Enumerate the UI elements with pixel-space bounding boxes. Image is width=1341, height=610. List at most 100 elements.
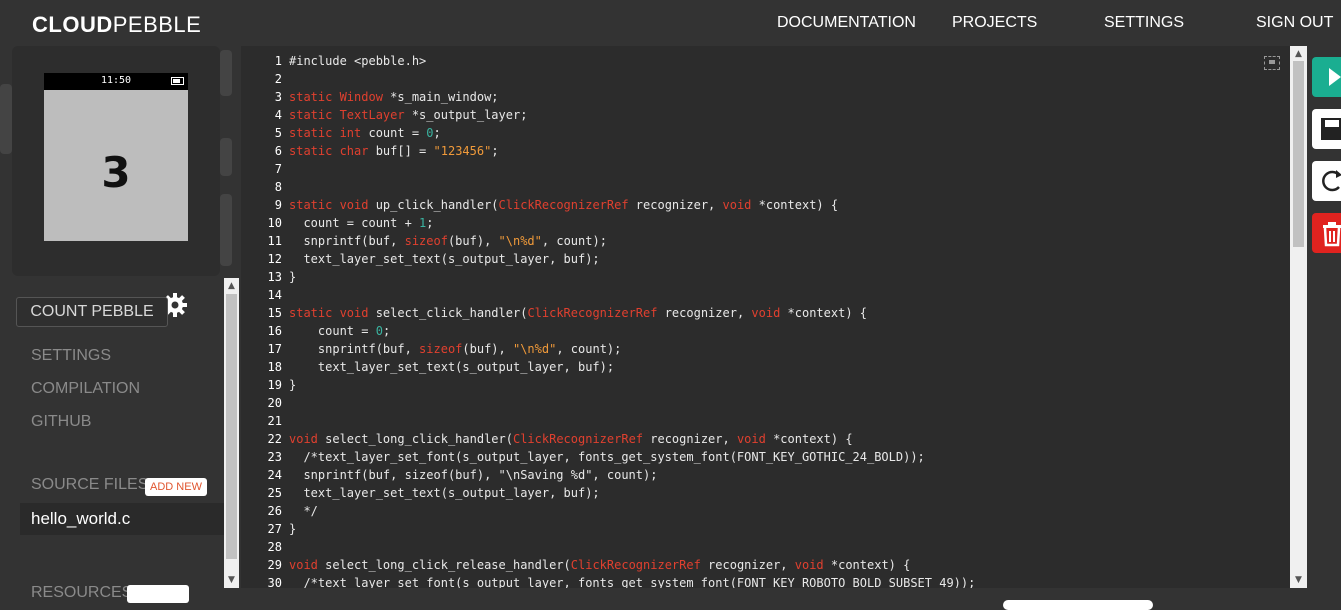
brand-bold: CLOUD <box>32 12 113 37</box>
line-number: 21 <box>267 414 282 428</box>
code-line[interactable]: 19} <box>241 376 975 394</box>
code-line[interactable]: 29 void select_long_click_release_handler… <box>241 556 975 574</box>
reload-button[interactable] <box>1312 161 1341 201</box>
code-token: , count); <box>541 234 607 248</box>
nav-settings[interactable]: SETTINGS <box>1104 14 1184 32</box>
code-token: (buf), <box>447 234 499 248</box>
code-token: text_layer_set_text(s_output_layer, buf)… <box>289 360 615 374</box>
sidebar-link-compilation[interactable]: COMPILATION <box>31 380 140 398</box>
code-line[interactable]: 9 static void up_click_handler(ClickRecog… <box>241 196 975 214</box>
line-number: 29 <box>267 558 282 572</box>
code-token: recognizer, <box>628 198 723 212</box>
code-line[interactable]: 23 /*text_layer_set_font(s_output_layer,… <box>241 448 975 466</box>
code-token: count = <box>361 126 427 140</box>
code-token: ClickRecognizerRef <box>527 306 658 320</box>
code-line[interactable]: 4 static TextLayer *s_output_layer; <box>241 106 975 124</box>
run-button[interactable] <box>1312 57 1341 97</box>
code-token: up_click_handler( <box>368 198 499 212</box>
code-token: void <box>751 306 781 320</box>
line-number: 22 <box>267 432 282 446</box>
code-token: "123456" <box>433 144 492 158</box>
save-button[interactable] <box>1312 109 1341 149</box>
sidebar-scroll-thumb[interactable] <box>226 294 237 559</box>
code-token: *context) { <box>751 198 839 212</box>
code-token: ; <box>382 324 391 338</box>
code-line[interactable]: 7 <box>241 160 975 178</box>
scroll-down-arrow-icon[interactable]: ▼ <box>224 574 239 586</box>
code-token: count = <box>289 324 376 338</box>
code-line[interactable]: 15 static void select_click_handler(Click… <box>241 304 975 322</box>
code-token: text_layer_set_text(s_output_layer, buf)… <box>289 486 600 500</box>
add-new-source-button[interactable]: ADD NEW <box>145 478 207 496</box>
emulator-down-button[interactable] <box>220 194 232 266</box>
code-line[interactable]: 22 void select_long_click_handler(ClickRe… <box>241 430 975 448</box>
code-line[interactable]: 14 <box>241 286 975 304</box>
editor-scroll-down-arrow-icon[interactable]: ▼ <box>1291 574 1306 586</box>
code-line[interactable]: 10 count = count + 1; <box>241 214 975 232</box>
code-line[interactable]: 18 text_layer_set_text(s_output_layer, b… <box>241 358 975 376</box>
code-lines[interactable]: 1 #include <pebble.h> 2 3 static Window *s_m… <box>241 52 976 588</box>
code-line[interactable]: 17 snprintf(buf, sizeof(buf), "\n%d", co… <box>241 340 975 358</box>
code-token: *context) { <box>780 306 868 320</box>
sidebar-link-github[interactable]: GITHUB <box>31 413 91 431</box>
code-token: } <box>289 378 297 392</box>
code-line[interactable]: 26 */ <box>241 502 975 520</box>
source-file-item[interactable]: hello_world.c <box>20 503 224 535</box>
line-number: 27 <box>267 522 282 536</box>
code-token: } <box>289 270 297 284</box>
nav-documentation[interactable]: DOCUMENTATION <box>777 14 916 32</box>
project-name-button[interactable]: COUNT PEBBLE <box>16 297 168 327</box>
code-line[interactable]: 5 static int count = 0; <box>241 124 975 142</box>
add-new-resource-button[interactable] <box>127 585 189 603</box>
code-token: select_click_handler( <box>368 306 528 320</box>
code-line[interactable]: 21 <box>241 412 975 430</box>
scroll-up-arrow-icon[interactable]: ▲ <box>224 280 239 292</box>
code-line[interactable]: 24 snprintf(buf, sizeof(buf), "\nSaving … <box>241 466 975 484</box>
editor-scroll-up-arrow-icon[interactable]: ▲ <box>1291 48 1306 60</box>
code-token: */ <box>289 504 318 518</box>
code-token: /*text_layer_set_font(s_output_layer, fo… <box>289 450 925 464</box>
code-token: ClickRecognizerRef <box>498 198 629 212</box>
sidebar-scrollbar[interactable]: ▲ ▼ <box>224 278 239 588</box>
code-line[interactable]: 11 snprintf(buf, sizeof(buf), "\n%d", co… <box>241 232 975 250</box>
play-icon <box>1312 57 1341 97</box>
code-token: select_long_click_handler( <box>317 432 513 446</box>
sidebar-link-settings[interactable]: SETTINGS <box>31 347 111 365</box>
code-token: *s_main_window; <box>382 90 499 104</box>
editor-scroll-thumb[interactable] <box>1293 61 1304 247</box>
code-editor[interactable]: 1 #include <pebble.h> 2 3 static Window *s_m… <box>241 46 1290 588</box>
line-number: 20 <box>267 396 282 410</box>
bottom-status-pill[interactable] <box>1003 600 1153 610</box>
line-number: 24 <box>267 468 282 482</box>
code-line[interactable]: 6 static char buf[] = "123456"; <box>241 142 975 160</box>
code-line[interactable]: 1 #include <pebble.h> <box>241 52 975 70</box>
code-token: recognizer, <box>643 432 737 446</box>
code-line[interactable]: 3 static Window *s_main_window; <box>241 88 975 106</box>
nav-projects[interactable]: PROJECTS <box>952 14 1037 32</box>
code-line[interactable]: 12 text_layer_set_text(s_output_layer, b… <box>241 250 975 268</box>
code-line[interactable]: 28 <box>241 538 975 556</box>
emulator-up-button[interactable] <box>220 50 232 96</box>
code-line[interactable]: 20 <box>241 394 975 412</box>
code-line[interactable]: 16 count = 0; <box>241 322 975 340</box>
code-line[interactable]: 2 <box>241 70 975 88</box>
code-line[interactable]: 8 <box>241 178 975 196</box>
line-number: 7 <box>274 162 282 176</box>
code-line[interactable]: 25 text_layer_set_text(s_output_layer, b… <box>241 484 975 502</box>
code-token: *context) { <box>765 432 853 446</box>
line-number: 5 <box>274 126 282 140</box>
editor-scrollbar[interactable]: ▲ ▼ <box>1290 46 1307 588</box>
code-line[interactable]: 13} <box>241 268 975 286</box>
code-token: ClickRecognizerRef <box>512 432 644 446</box>
emulator-select-button[interactable] <box>220 138 232 176</box>
line-number: 1 <box>274 54 282 68</box>
code-line[interactable]: 27} <box>241 520 975 538</box>
nav-sign-out[interactable]: SIGN OUT <box>1256 14 1333 32</box>
code-line[interactable]: 30 /*text_layer_set_font(s_output_layer,… <box>241 574 976 588</box>
code-token: #include <pebble.h> <box>289 54 427 68</box>
app-logo[interactable]: CLOUDPEBBLE <box>32 12 201 38</box>
fullscreen-icon[interactable] <box>1264 56 1280 70</box>
code-token: } <box>289 522 297 536</box>
emulator-back-button[interactable] <box>0 84 12 154</box>
delete-button[interactable] <box>1312 213 1341 253</box>
